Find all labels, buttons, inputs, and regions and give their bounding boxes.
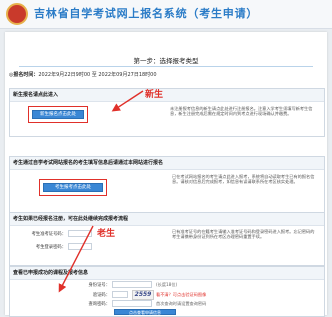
section-query: 查看已申报成功的课程及报考信息 身份证号： (长度18位) 验证码： 2559 … [9, 266, 325, 317]
id-number-label: 身份证号： [88, 283, 110, 288]
section-description: 未注册报考信息的新生请点此处进行注册报名。注意入学考生须填写新考生信息，新生注册… [170, 106, 313, 117]
captcha-label: 验证码： [92, 293, 110, 298]
site-header: 吉林省自学考试网上报名系统（考生申请） [0, 0, 332, 29]
annotation-existing-student: 老生 [97, 229, 116, 239]
exam-number-input[interactable] [68, 230, 92, 237]
exam-number-label: 考生准考证号码： [31, 232, 66, 237]
highlight-box [39, 179, 107, 196]
view-application-button[interactable]: 点击查看申请信息 [114, 309, 176, 315]
query-password-label: 查询密码： [88, 302, 110, 307]
site-title: 吉林省自学考试网上报名系统（考生申请） [34, 7, 259, 20]
section-heading: 新生报名请点此进入 [10, 89, 324, 102]
section-heading: 考生通过自学考试网站报名的考生填写信息后请通过本网站进行报名 [10, 157, 324, 170]
time-value: 2022年9月22日9时00 至 2022年09月27日18时00 [38, 72, 157, 78]
section-website-registered: 考生通过自学考试网站报名的考生填写信息后请通过本网站进行报名 考生报考点击此处 … [9, 156, 325, 213]
time-label: ◎报名时间： [9, 72, 39, 78]
query-password-note: 首次查询时请设置查询密码 [156, 301, 207, 306]
section-heading: 考生如果已经报名注册，可在此处继续完成报考流程 [10, 213, 324, 226]
highlight-box [28, 106, 88, 123]
password-label: 考生登录密码： [35, 245, 66, 250]
step-title: 第一步：选择报考类型 [133, 57, 199, 65]
section-description: 已在考试网站报名的考生请点此进入报考，系统将自动读取考生已有的报名信息。请核对信… [172, 174, 315, 185]
captcha-refresh-note[interactable]: 看不清？可点击验证码图像 [156, 292, 206, 298]
id-length-note: (长度18位) [156, 282, 178, 287]
query-password-input[interactable] [112, 300, 152, 307]
section-description: 已有准考证号的在籍考生请输入准考证号码和登录密码进入报考。忘记密码的考生请携带身… [172, 229, 315, 240]
annotation-new-student: 新生 [145, 90, 164, 100]
password-input[interactable] [68, 243, 92, 250]
id-number-input[interactable] [112, 281, 152, 288]
captcha-image[interactable]: 2559 [132, 290, 154, 300]
main-panel: 第一步：选择报考类型 ◎报名时间：2022年9月22日9时00 至 2022年0… [5, 32, 327, 317]
step-divider [19, 66, 313, 67]
registration-time: ◎报名时间：2022年9月22日9时00 至 2022年09月27日18时00 [9, 71, 157, 78]
captcha-input[interactable] [112, 291, 128, 298]
section-heading: 查看已申报成功的课程及报考信息 [10, 267, 324, 280]
section-existing-student: 考生如果已经报名注册，可在此处继续完成报考流程 考生准考证号码： 老生 考生登录… [9, 212, 325, 266]
logo-seal-icon [6, 3, 28, 25]
section-new-student: 新生报名请点此进入 新生报名点击此处 未注册报考信息的新生请点此处进行注册报名。… [9, 88, 325, 137]
